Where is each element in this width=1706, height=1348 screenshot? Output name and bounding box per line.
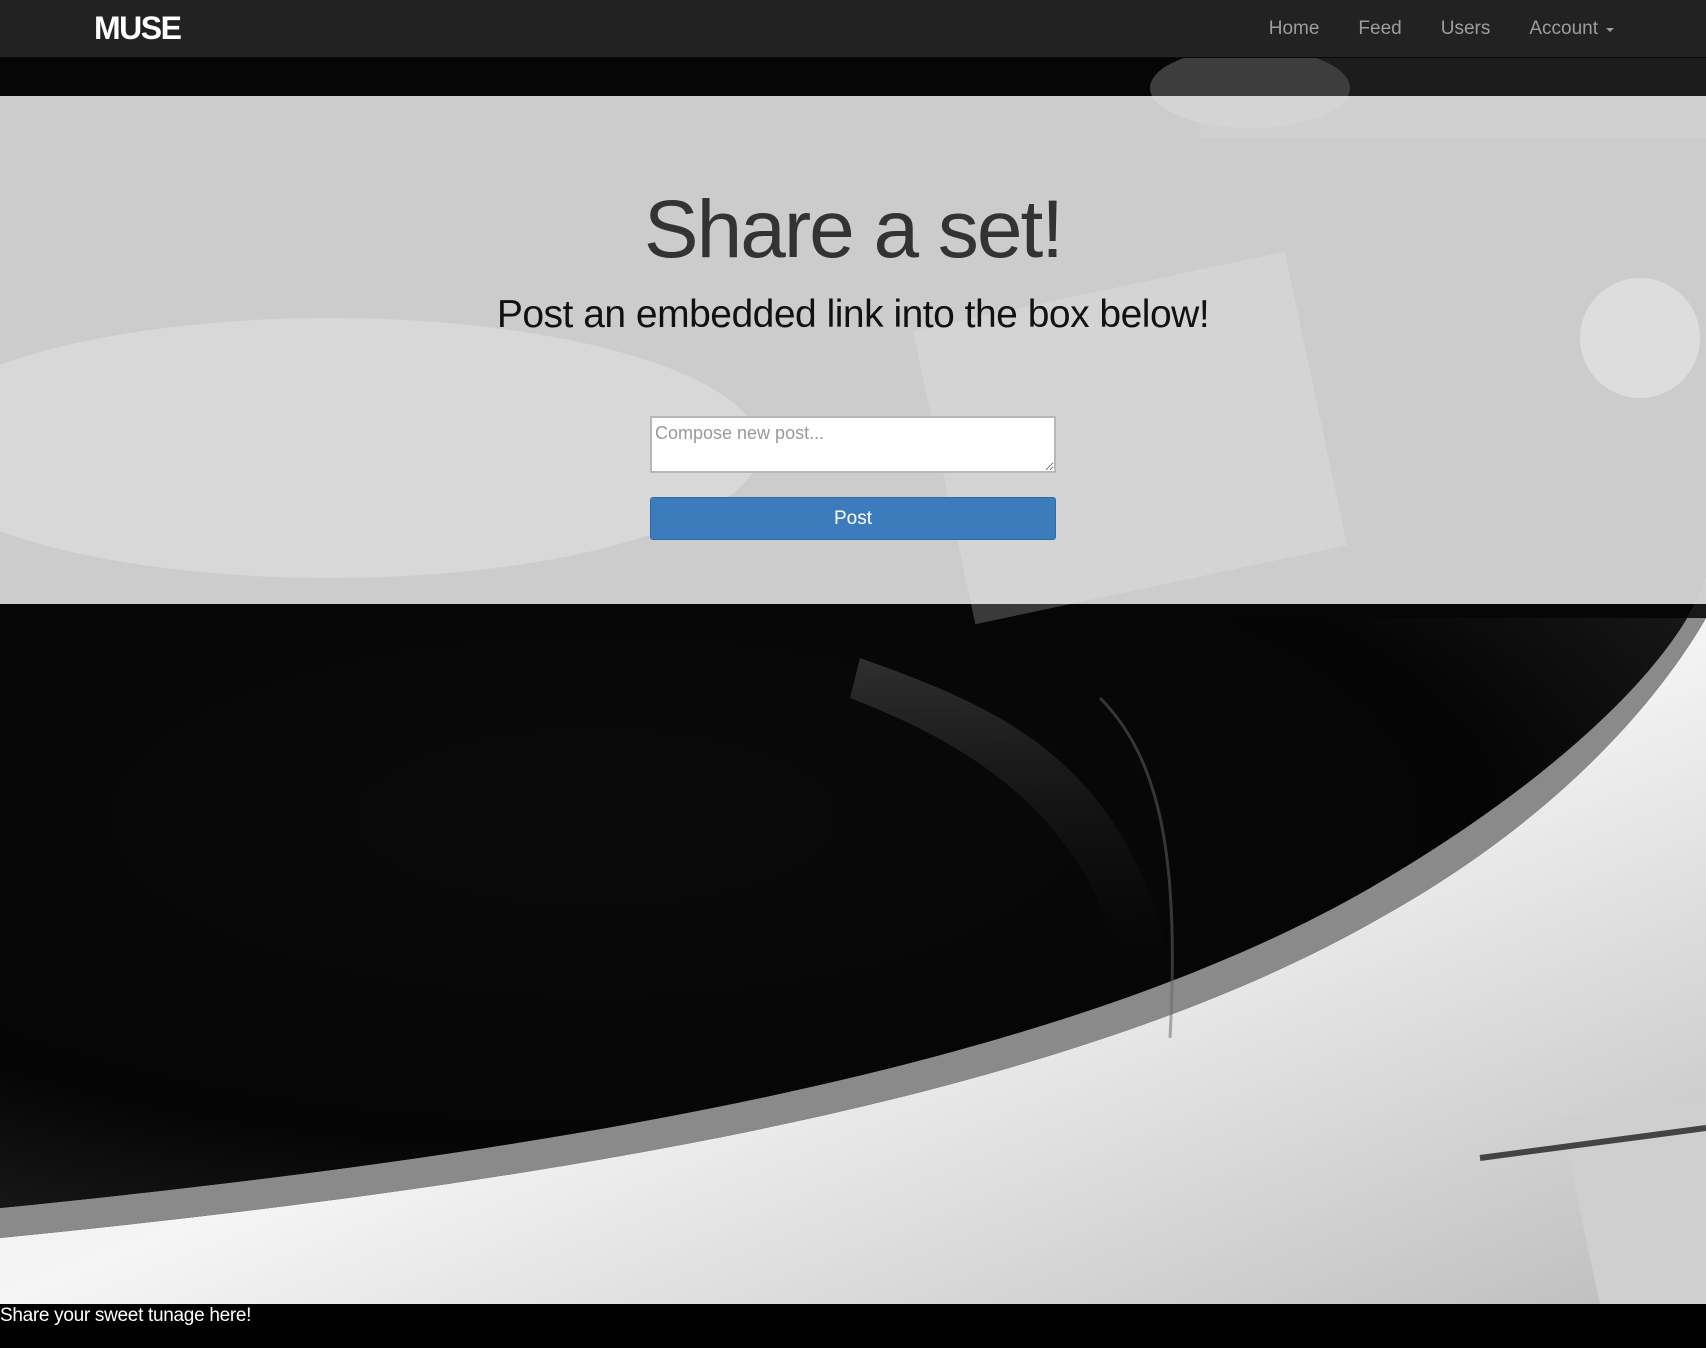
page: MUSE Home Feed Users Account Share a set…: [0, 0, 1706, 1348]
hero-panel: Share a set! Post an embedded link into …: [0, 96, 1706, 604]
nav-link-feed[interactable]: Feed: [1358, 18, 1401, 40]
post-form: Post: [650, 416, 1056, 540]
post-button[interactable]: Post: [650, 497, 1056, 540]
caret-down-icon: [1606, 27, 1614, 32]
account-label: Account: [1529, 17, 1598, 39]
compose-post-textarea[interactable]: [650, 416, 1056, 473]
hero-subtitle: Post an embedded link into the box below…: [496, 293, 1210, 336]
nav-link-users[interactable]: Users: [1441, 18, 1491, 40]
nav-link-home[interactable]: Home: [1269, 18, 1320, 40]
navbar: MUSE Home Feed Users Account: [0, 0, 1706, 58]
footer: Share your sweet tunage here!: [0, 1304, 1706, 1348]
footer-text: Share your sweet tunage here!: [0, 1305, 252, 1326]
hero-title: Share a set!: [643, 184, 1064, 275]
brand-logo[interactable]: MUSE: [94, 8, 182, 48]
nav-link-account-dropdown[interactable]: Account: [1529, 18, 1614, 40]
nav-links: Home Feed Users Account: [1230, 0, 1614, 57]
